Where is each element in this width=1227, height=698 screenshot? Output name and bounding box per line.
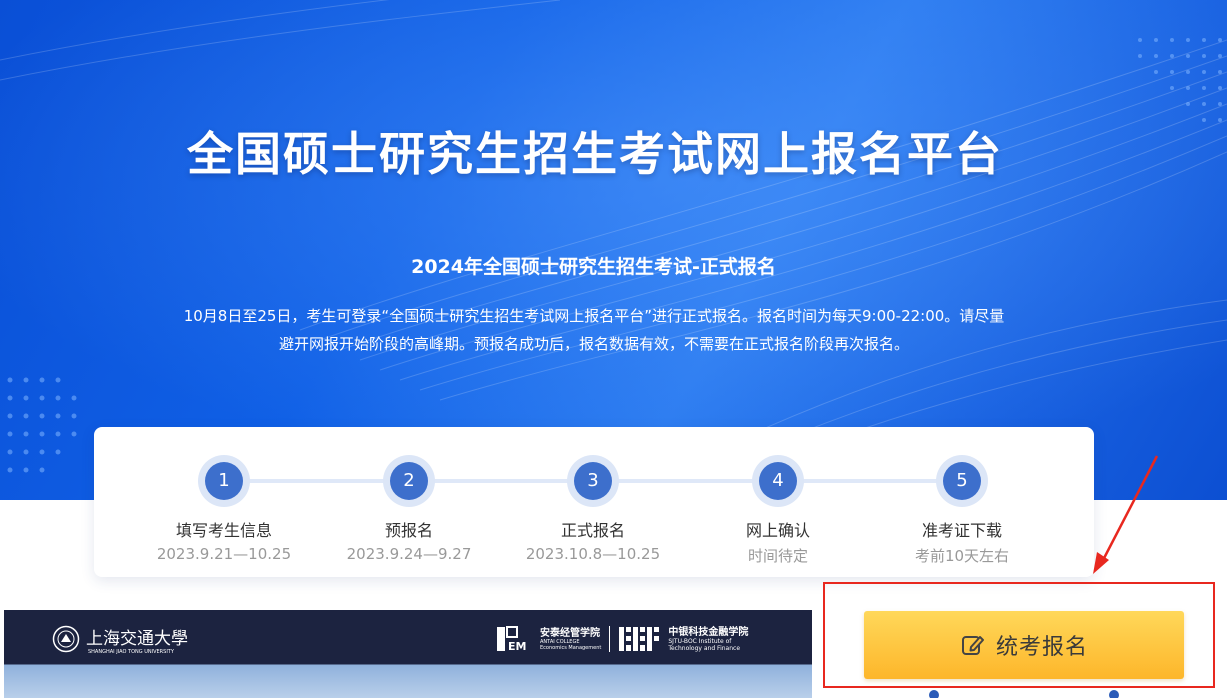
carousel-dot[interactable] <box>929 690 939 698</box>
sjtu-name: 上海交通大學 <box>86 629 188 649</box>
step-4-circle-ring: 4 <box>752 455 804 507</box>
step-3-title: 正式报名 <box>560 521 625 540</box>
sjtuboc-english-1: SJTU-BOC Institute of <box>668 637 732 645</box>
step-5: 5 准考证下载 考前10天左右 <box>882 455 1042 566</box>
announcement-text: 10月8日至25日，考生可登录“全国硕士研究生招生考试网上报名平台”进行正式报名… <box>140 302 1048 358</box>
wave-decoration <box>0 0 1227 500</box>
step-4-number: 4 <box>759 462 797 500</box>
step-2-circle-ring: 2 <box>383 455 435 507</box>
steps-card: 1 填写考生信息 2023.9.21—10.25 2 预报名 2023.9.24… <box>94 427 1094 577</box>
step-1-date: 2023.9.21—10.25 <box>156 545 292 563</box>
sjtu-emblem-icon <box>52 625 80 653</box>
exam-register-label: 统考报名 <box>995 635 1088 660</box>
step-2-number: 2 <box>390 462 428 500</box>
hero-banner <box>0 0 1227 500</box>
announcement-line-2: 避开网报开始阶段的高峰期。预报名成功后，报名数据有效，不需要在正式报名阶段再次报… <box>278 335 909 353</box>
step-2-title: 预报名 <box>384 521 433 540</box>
step-5-circle-ring: 5 <box>936 455 988 507</box>
step-5-date: 考前10天左右 <box>914 547 1010 565</box>
sjtuboc-name: 中银科技金融学院 <box>668 626 749 638</box>
step-1-title: 填写考生信息 <box>175 521 272 540</box>
carousel-dot[interactable] <box>1109 690 1119 698</box>
sjtuboc-logo-icon <box>619 627 660 651</box>
sponsor-banner[interactable]: 上海交通大學 SHANGHAI JIAO TONG UNIVERSITY EM … <box>4 610 812 698</box>
antai-text: 安泰经管学院 ANTAI COLLEGE Economics Managemen… <box>540 628 601 651</box>
exam-register-button[interactable]: 统考报名 <box>864 611 1184 679</box>
step-4-title: 网上确认 <box>745 521 810 540</box>
sjtu-english-name: SHANGHAI JIAO TONG UNIVERSITY <box>88 649 174 655</box>
step-1-circle-ring: 1 <box>198 455 250 507</box>
step-2: 2 预报名 2023.9.24—9.27 <box>329 455 489 563</box>
svg-text:EM: EM <box>508 640 526 653</box>
step-3-date: 2023.10.8—10.25 <box>525 545 661 563</box>
announcement-subtitle: 2024年全国硕士研究生招生考试-正式报名 <box>411 256 776 278</box>
college-logos: EM 安泰经管学院 ANTAI COLLEGE Economics Manage… <box>496 625 748 653</box>
step-1: 1 填写考生信息 2023.9.21—10.25 <box>144 455 304 563</box>
sjtu-logo: 上海交通大學 SHANGHAI JIAO TONG UNIVERSITY <box>52 625 188 655</box>
acem-logo-icon: EM <box>497 626 526 653</box>
sjtuboc-text: 中银科技金融学院 SJTU-BOC Institute of Technolog… <box>668 627 748 652</box>
logo-divider <box>609 626 611 652</box>
step-4-date: 时间待定 <box>747 547 808 565</box>
step-3-circle-ring: 3 <box>567 455 619 507</box>
step-3: 3 正式报名 2023.10.8—10.25 <box>513 455 673 563</box>
red-arrow-annotation <box>1093 455 1159 574</box>
step-2-date: 2023.9.24—9.27 <box>346 545 472 563</box>
sjtuboc-english-2: Technology and Finance <box>668 644 741 652</box>
step-1-number: 1 <box>205 462 243 500</box>
antai-english-2: Economics Management <box>540 644 602 651</box>
edit-icon <box>961 636 984 655</box>
step-4: 4 网上确认 时间待定 <box>698 455 858 566</box>
step-5-number: 5 <box>943 462 981 500</box>
step-3-number: 3 <box>574 462 612 500</box>
page-title: 全国硕士研究生招生考试网上报名平台 <box>187 127 1003 181</box>
antai-name: 安泰经管学院 <box>540 627 600 639</box>
step-5-title: 准考证下载 <box>921 521 1002 540</box>
announcement-line-1: 10月8日至25日，考生可登录“全国硕士研究生招生考试网上报名平台”进行正式报名… <box>183 307 1005 325</box>
